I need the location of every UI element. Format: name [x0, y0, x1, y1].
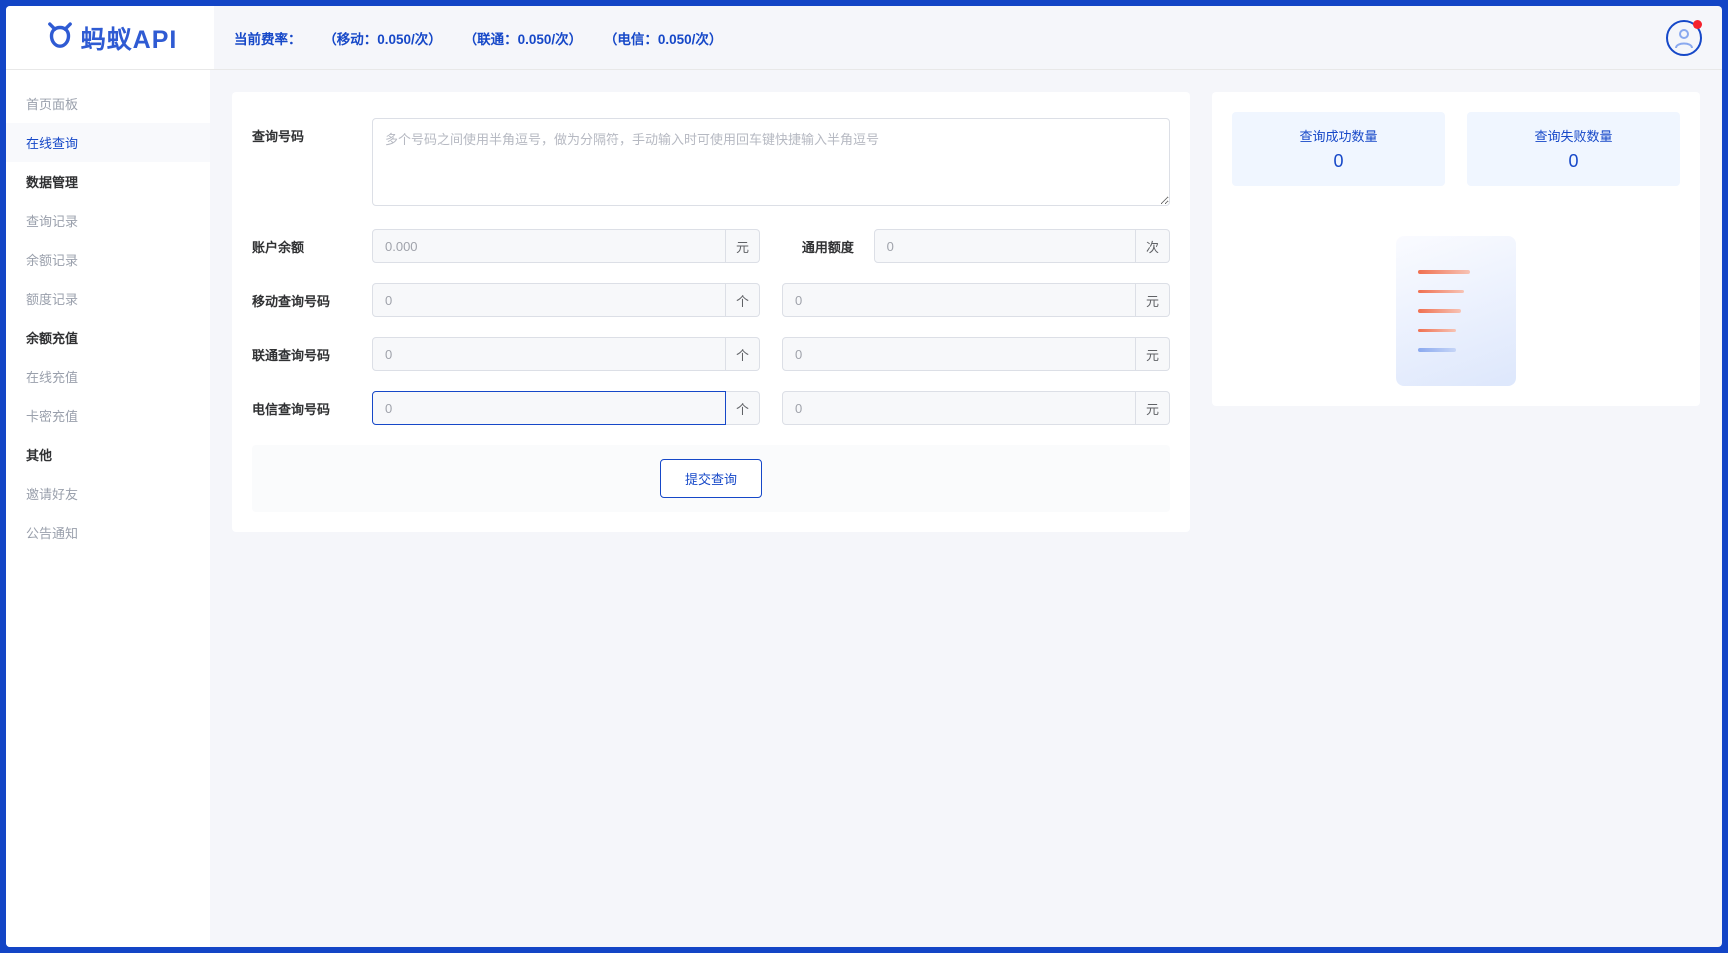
quota-label: 通用额度 — [782, 237, 874, 256]
empty-illustration — [1232, 236, 1680, 386]
balance-label: 账户余额 — [252, 229, 372, 256]
submit-query-button[interactable]: 提交查询 — [660, 459, 762, 498]
sidebar-group-other: 其他 — [6, 435, 210, 474]
query-numbers-label: 查询号码 — [252, 118, 372, 145]
sidebar: 首页面板 在线查询 数据管理 查询记录 余额记录 额度记录 余额充值 在线充值 … — [6, 70, 210, 947]
balance-input — [372, 229, 726, 263]
unicom-cost-unit: 元 — [1136, 337, 1170, 371]
sidebar-group-recharge: 余额充值 — [6, 318, 210, 357]
mobile-count-input — [372, 283, 726, 317]
unicom-cost-input — [782, 337, 1136, 371]
mobile-cost-unit: 元 — [1136, 283, 1170, 317]
results-panel: 查询成功数量 0 查询失败数量 0 — [1212, 92, 1700, 406]
sidebar-item-invite[interactable]: 邀请好友 — [6, 474, 210, 513]
telecom-cost-unit: 元 — [1136, 391, 1170, 425]
stat-fail: 查询失败数量 0 — [1467, 112, 1680, 186]
unicom-count-unit: 个 — [726, 337, 760, 371]
sidebar-item-online-recharge[interactable]: 在线充值 — [6, 357, 210, 396]
app-header: 蚂蚁API 当前费率： （移动：0.050/次） （联通：0.050/次） （电… — [6, 6, 1722, 70]
logo-icon — [43, 19, 77, 56]
telecom-cost-input — [782, 391, 1136, 425]
sidebar-item-dashboard[interactable]: 首页面板 — [6, 84, 210, 123]
stat-success: 查询成功数量 0 — [1232, 112, 1445, 186]
mobile-count-unit: 个 — [726, 283, 760, 317]
unicom-count-input — [372, 337, 726, 371]
query-numbers-textarea[interactable] — [372, 118, 1170, 206]
telecom-count-unit: 个 — [726, 391, 760, 425]
logo-text: 蚂蚁API — [81, 20, 178, 56]
query-form-card: 查询号码 账户余额 元 — [232, 92, 1190, 532]
sidebar-item-quota-records[interactable]: 额度记录 — [6, 279, 210, 318]
telecom-label: 电信查询号码 — [252, 391, 372, 418]
rate-info: 当前费率： （移动：0.050/次） （联通：0.050/次） （电信：0.05… — [234, 28, 740, 48]
sidebar-group-data: 数据管理 — [6, 162, 210, 201]
sidebar-item-balance-records[interactable]: 余额记录 — [6, 240, 210, 279]
unicom-label: 联通查询号码 — [252, 337, 372, 364]
sidebar-item-online-query[interactable]: 在线查询 — [6, 123, 210, 162]
logo[interactable]: 蚂蚁API — [6, 6, 214, 69]
notification-dot — [1693, 20, 1702, 29]
quota-unit: 次 — [1136, 229, 1170, 263]
sidebar-item-query-records[interactable]: 查询记录 — [6, 201, 210, 240]
sidebar-item-card-recharge[interactable]: 卡密充值 — [6, 396, 210, 435]
sidebar-item-announcement[interactable]: 公告通知 — [6, 513, 210, 552]
mobile-cost-input — [782, 283, 1136, 317]
quota-input — [874, 229, 1136, 263]
telecom-count-input — [372, 391, 726, 425]
user-icon — [1672, 26, 1696, 50]
avatar[interactable] — [1666, 20, 1702, 56]
balance-unit: 元 — [726, 229, 760, 263]
mobile-label: 移动查询号码 — [252, 283, 372, 310]
